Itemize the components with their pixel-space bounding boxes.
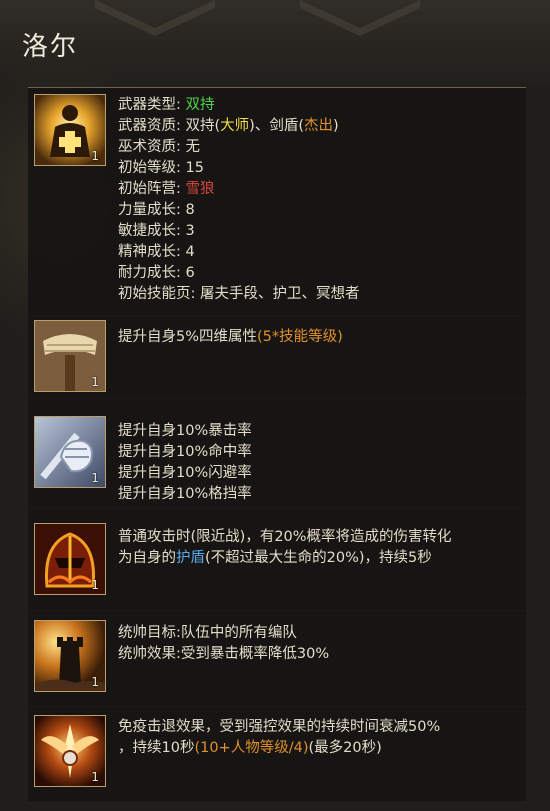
bandaged-arm-icon[interactable]: 1 — [34, 320, 106, 392]
skill-line: 统帅目标:队伍中的所有编队 — [118, 623, 329, 644]
stat-label: 武器类型: — [118, 97, 186, 113]
skill-text-fragment: 提升自身10%命中率 — [118, 444, 252, 460]
skill-level: 1 — [91, 675, 99, 689]
skill-description: 统帅目标:队伍中的所有编队统帅效果:受到暴击概率降低30% — [118, 623, 329, 665]
stat-value: 雪狼 — [185, 181, 215, 197]
skill-description: 提升自身5%四维属性(5*技能等级) — [118, 327, 343, 348]
stat-value: 无 — [185, 139, 201, 155]
skill-text-fragment: 护盾 — [176, 550, 205, 566]
skill-text-fragment: (5*技能等级) — [257, 329, 343, 345]
skill-panel: 1 普通攻击时(限近战)，有20%概率将造成的伤害转化 为自身的护盾(不超过最大生… — [28, 508, 526, 611]
stat-value: 3 — [185, 223, 195, 239]
skill-level: 1 — [91, 149, 99, 163]
skill-description: 提升自身10%暴击率 提升自身10%命中率 提升自身10%闪避率 提升自身10%格挡率 — [118, 421, 252, 505]
skill-level: 1 — [91, 770, 99, 784]
stat-value: 屠夫手段、护卫、冥想者 — [200, 286, 360, 302]
stat-row: 耐力成长: 6 — [118, 263, 360, 284]
stat-row: 精神成长: 4 — [118, 242, 360, 263]
chevron-decoration — [300, 0, 420, 36]
skill-text-fragment: 为自身的 — [118, 550, 176, 566]
stat-label: 巫术资质: — [118, 139, 186, 155]
stat-label: 耐力成长: — [118, 265, 186, 281]
skill-text-fragment: 提升自身10%暴击率 — [118, 423, 252, 439]
skill-panel: 1 统帅目标:队伍中的所有编队统帅效果:受到暴击概率降低30% — [28, 610, 526, 707]
skill-line: 统帅效果:受到暴击概率降低30% — [118, 644, 329, 665]
stat-value: 8 — [185, 202, 195, 218]
skill-line: 提升自身5%四维属性(5*技能等级) — [118, 327, 343, 348]
skill-text-fragment: 普通攻击时(限近战)，有20%概率将造成的伤害转化 — [118, 529, 452, 545]
stat-row: 武器资质: 双持(大师)、剑盾(杰出) — [118, 116, 360, 137]
skill-level: 1 — [91, 375, 99, 389]
skill-line: 提升自身10%闪避率 — [118, 463, 252, 484]
hero-class-icon[interactable]: 1 — [34, 94, 106, 166]
skill-level: 1 — [91, 578, 99, 592]
stat-value: 双持( — [185, 118, 221, 134]
skill-level: 1 — [91, 471, 99, 485]
stat-row: 初始阵营: 雪狼 — [118, 179, 360, 200]
skill-line: 普通攻击时(限近战)，有20%概率将造成的伤害转化 — [118, 527, 452, 548]
skill-line: 提升自身10%命中率 — [118, 442, 252, 463]
stat-label: 力量成长: — [118, 202, 186, 218]
watchtower-icon[interactable]: 1 — [34, 620, 106, 692]
skill-line: 为自身的护盾(不超过最大生命的20%)，持续5秒 — [118, 548, 452, 569]
stat-row: 初始技能页: 屠夫手段、护卫、冥想者 — [118, 284, 360, 305]
skill-text-fragment: (10+人物等级/4) — [194, 740, 309, 756]
skill-panel: 1 提升自身10%暴击率 提升自身10%命中率 提升自身10%闪避率 提升自身10%格… — [28, 398, 526, 509]
skill-description: 免疫击退效果，受到强控效果的持续时间衰减50% ，持续10秒(10+人物等级/4)… — [118, 717, 440, 759]
stat-value: ) — [333, 118, 339, 134]
stat-row: 敏捷成长: 3 — [118, 221, 360, 242]
stat-value: 杰出 — [304, 118, 333, 134]
winged-emblem-icon[interactable]: 1 — [34, 715, 106, 787]
skill-text-fragment: ，持续10秒 — [118, 740, 195, 756]
skill-text-fragment: 提升自身10%格挡率 — [118, 486, 252, 502]
skill-text-fragment: 统帅目标:队伍中的所有编队 — [118, 625, 297, 641]
skill-panel: 1 免疫击退效果，受到强控效果的持续时间衰减50% ，持续10秒(10+人物等级/… — [28, 706, 526, 801]
stat-row: 力量成长: 8 — [118, 200, 360, 221]
hero-stats: 武器类型: 双持 武器资质: 双持(大师)、剑盾(杰出) 巫术资质: 无初始等级: … — [118, 95, 360, 305]
stat-value: 15 — [185, 160, 204, 176]
skill-text-fragment: 统帅效果:受到暴击概率降低30% — [118, 646, 330, 662]
stat-row: 初始等级: 15 — [118, 158, 360, 179]
hero-name-title: 洛尔 — [22, 32, 79, 62]
skill-text-fragment: (最多20秒) — [308, 740, 382, 756]
stat-label: 武器资质: — [118, 118, 186, 134]
stat-value: 6 — [185, 265, 195, 281]
skill-panel: 1 提升自身5%四维属性(5*技能等级) — [28, 314, 526, 399]
gauntlet-fist-icon[interactable]: 1 — [34, 416, 106, 488]
skill-text-fragment: 提升自身5%四维属性 — [118, 329, 258, 345]
stat-value: 双持 — [185, 97, 215, 113]
stat-label: 精神成长: — [118, 244, 186, 260]
skill-text-fragment: 提升自身10%闪避率 — [118, 465, 252, 481]
skill-description: 普通攻击时(限近战)，有20%概率将造成的伤害转化 为自身的护盾(不超过最大生命的… — [118, 527, 452, 569]
stat-label: 敏捷成长: — [118, 223, 186, 239]
stat-label: 初始阵营: — [118, 181, 186, 197]
stat-label: 初始技能页: — [118, 286, 200, 302]
stat-value: )、剑盾( — [249, 118, 304, 134]
skill-line: 免疫击退效果，受到强控效果的持续时间衰减50% — [118, 717, 440, 738]
stat-value: 4 — [185, 244, 195, 260]
skill-text-fragment: 免疫击退效果，受到强控效果的持续时间衰减50% — [118, 719, 441, 735]
skill-line: ，持续10秒(10+人物等级/4)(最多20秒) — [118, 738, 440, 759]
hero-info-panel: 1 武器类型: 双持 武器资质: 双持(大师)、剑盾(杰出) 巫术资质: 无初始等级… — [28, 87, 526, 316]
stat-row: 武器类型: 双持 — [118, 95, 360, 116]
stat-row: 巫术资质: 无 — [118, 137, 360, 158]
fiery-helmet-icon[interactable]: 1 — [34, 523, 106, 595]
skill-text-fragment: (不超过最大生命的20%)，持续5秒 — [205, 550, 432, 566]
skill-line: 提升自身10%暴击率 — [118, 421, 252, 442]
stat-label: 初始等级: — [118, 160, 186, 176]
stat-value: 大师 — [220, 118, 250, 134]
chevron-decoration — [95, 0, 215, 36]
skill-line: 提升自身10%格挡率 — [118, 484, 252, 505]
